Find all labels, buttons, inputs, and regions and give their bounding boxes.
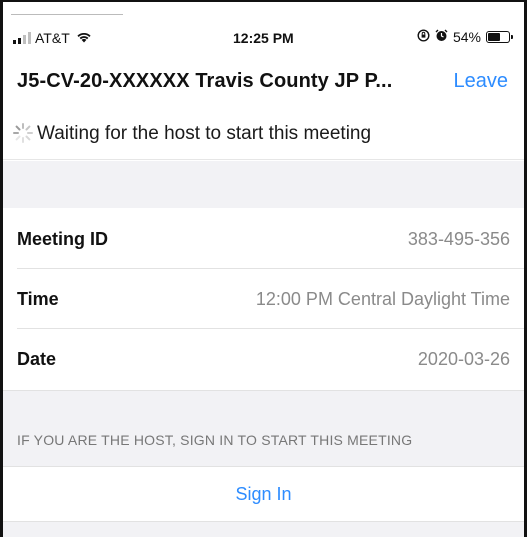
alarm-icon bbox=[435, 29, 448, 45]
battery-icon bbox=[486, 31, 513, 43]
time-value: 12:00 PM Central Daylight Time bbox=[255, 289, 510, 309]
meeting-title: J5-CV-20-XXXXXX Travis County JP P... bbox=[17, 70, 393, 92]
status-time: 12:25 PM bbox=[233, 30, 294, 46]
meeting-id-label: Meeting ID bbox=[17, 229, 109, 249]
date-value: 2020-03-26 bbox=[417, 349, 510, 369]
waiting-message: Waiting for the host to start this meeti… bbox=[37, 123, 372, 144]
meeting-id-value: 383-495-356 bbox=[407, 229, 510, 249]
date-label: Date bbox=[17, 349, 57, 369]
waiting-banner: Waiting for the host to start this meeti… bbox=[3, 110, 524, 160]
loading-spinner-icon bbox=[12, 122, 34, 144]
time-label: Time bbox=[17, 289, 59, 309]
signal-bars-icon bbox=[13, 32, 31, 44]
leave-button[interactable]: Leave bbox=[454, 70, 509, 93]
top-border bbox=[3, 0, 524, 2]
orientation-lock-icon bbox=[417, 29, 430, 45]
carrier-label: AT&T bbox=[35, 30, 70, 46]
battery-fill bbox=[488, 33, 500, 41]
date-row: Date 2020-03-26 bbox=[3, 329, 524, 389]
time-row: Time 12:00 PM Central Daylight Time bbox=[3, 269, 524, 329]
sign-in-row: Sign In bbox=[3, 466, 524, 524]
section-spacer bbox=[3, 161, 524, 208]
divider bbox=[11, 14, 123, 15]
host-section bbox=[3, 390, 524, 467]
meeting-header: J5-CV-20-XXXXXX Travis County JP P... Le… bbox=[3, 60, 524, 104]
meeting-id-row: Meeting ID 383-495-356 bbox=[3, 209, 524, 269]
host-hint-text: IF YOU ARE THE HOST, SIGN IN TO START TH… bbox=[17, 432, 413, 448]
sign-in-button[interactable]: Sign In bbox=[3, 484, 524, 505]
phone-screen: AT&T 12:25 PM 54% J5-CV-20-XXXXXX Travis… bbox=[0, 0, 527, 537]
wifi-icon bbox=[76, 31, 92, 46]
bottom-spacer bbox=[3, 521, 524, 537]
battery-percent: 54% bbox=[452, 29, 481, 45]
status-bar: AT&T 12:25 PM 54% bbox=[3, 24, 524, 52]
status-indicators: 54% bbox=[417, 29, 513, 45]
carrier-group: AT&T bbox=[13, 30, 92, 46]
